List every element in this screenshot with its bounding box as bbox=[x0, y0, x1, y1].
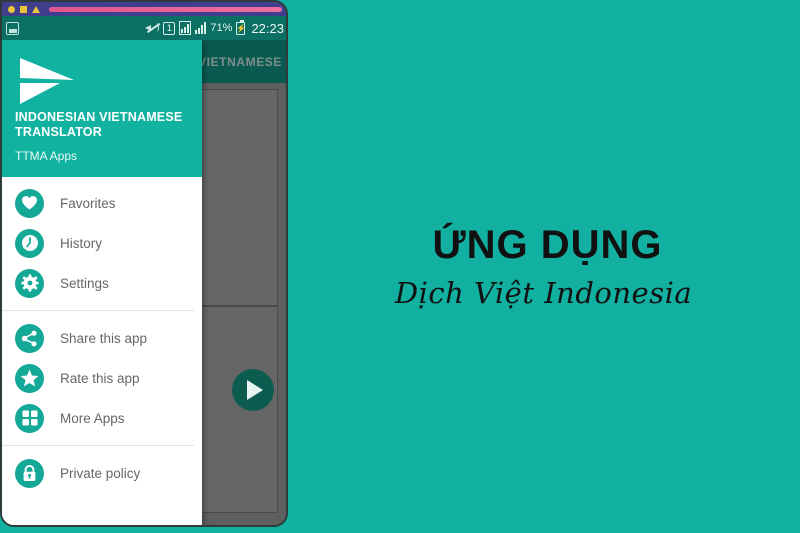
play-triangle-icon bbox=[247, 380, 263, 400]
translate-fab-button[interactable] bbox=[232, 369, 274, 411]
volume-mute-icon bbox=[145, 22, 161, 34]
clock-icon bbox=[15, 228, 44, 258]
drawer-item-rate-this-app[interactable]: Rate this app bbox=[2, 358, 202, 398]
drawer-item-settings[interactable]: Settings bbox=[2, 263, 202, 303]
drawer-item-label: Share this app bbox=[60, 330, 148, 346]
drawer-divider bbox=[2, 445, 194, 446]
drawer-item-private-policy[interactable]: Private policy bbox=[2, 453, 202, 493]
grid-apps-icon bbox=[15, 403, 44, 433]
window-title-bar bbox=[2, 2, 286, 16]
lock-icon bbox=[15, 458, 44, 488]
gear-icon bbox=[15, 268, 44, 298]
status-clock: 22:23 bbox=[251, 20, 284, 36]
window-triangle-icon[interactable] bbox=[32, 5, 40, 13]
promo-subtitle: Dịch Việt Indonesia bbox=[394, 275, 693, 310]
status-icons-group: 1 71% ⚡ 22:23 bbox=[145, 19, 284, 36]
app-toolbar-title: VIETNAMESE bbox=[198, 54, 283, 69]
drawer-divider bbox=[2, 310, 194, 311]
drawer-item-label: Private policy bbox=[60, 465, 141, 481]
drawer-item-label: More Apps bbox=[60, 410, 125, 426]
drawer-app-title: INDONESIAN VIETNAMESE TRANSLATOR bbox=[15, 109, 183, 140]
screenshot-root: ỨNG DỤNG Dịch Việt Indonesia 1 71% ⚡ 22:… bbox=[0, 0, 800, 533]
share-icon bbox=[15, 323, 44, 353]
window-circle-icon[interactable] bbox=[8, 5, 15, 13]
drawer-item-label: Settings bbox=[60, 275, 109, 291]
drawer-item-label: Rate this app bbox=[60, 370, 140, 386]
promo-panel: ỨNG DỤNG Dịch Việt Indonesia bbox=[287, 0, 800, 533]
star-icon bbox=[15, 363, 44, 393]
phone-screenshot: 1 71% ⚡ 22:23 VIETNAMESE INDONESIAN VIET… bbox=[0, 0, 288, 527]
drawer-item-history[interactable]: History bbox=[2, 223, 202, 263]
promo-title: ỨNG DỤNG bbox=[432, 222, 663, 267]
navigation-drawer: INDONESIAN VIETNAMESE TRANSLATOR TTMA Ap… bbox=[2, 40, 202, 525]
heart-icon bbox=[15, 188, 44, 218]
android-status-bar: 1 71% ⚡ 22:23 bbox=[2, 16, 286, 40]
battery-charging-icon: ⚡ bbox=[235, 19, 246, 35]
signal-icon bbox=[195, 22, 207, 34]
drawer-item-share-this-app[interactable]: Share this app bbox=[2, 318, 202, 358]
battery-percent: 71% bbox=[210, 22, 233, 34]
signal-boxed-icon bbox=[179, 21, 192, 35]
window-progress-bar bbox=[49, 6, 282, 12]
drawer-menu: Favorites History Settings Share this ap… bbox=[2, 177, 202, 525]
drawer-item-label: History bbox=[60, 235, 103, 251]
drawer-item-label: Favorites bbox=[60, 195, 116, 211]
sim-badge: 1 bbox=[163, 21, 176, 35]
paper-plane-icon bbox=[16, 52, 188, 110]
drawer-header: INDONESIAN VIETNAMESE TRANSLATOR TTMA Ap… bbox=[2, 40, 202, 177]
image-icon bbox=[6, 21, 19, 35]
drawer-app-subtitle: TTMA Apps bbox=[15, 149, 78, 163]
drawer-item-more-apps[interactable]: More Apps bbox=[2, 398, 202, 438]
window-square-icon[interactable] bbox=[20, 5, 27, 13]
drawer-item-favorites[interactable]: Favorites bbox=[2, 183, 202, 223]
